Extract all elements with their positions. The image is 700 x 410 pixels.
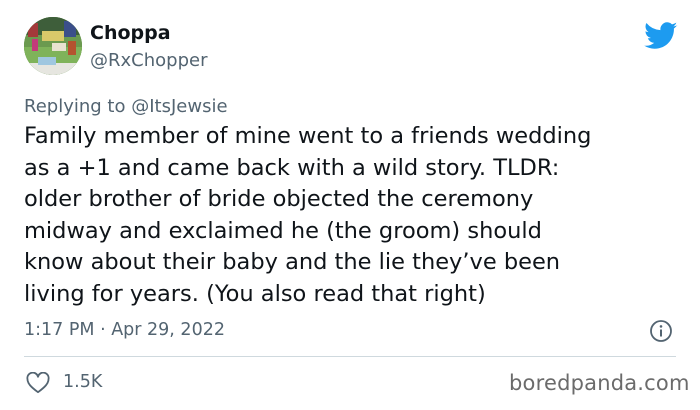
tweet-text-line: Family member of mine went to a friends … xyxy=(24,123,592,149)
tweet-text-line: living for years. (You also read that ri… xyxy=(24,280,486,307)
replying-to: Replying to @ItsJewsie xyxy=(24,96,228,117)
divider xyxy=(24,356,676,357)
watermark: boredpanda.com xyxy=(509,371,690,395)
tweet-text-line: know about their baby and the lie they’v… xyxy=(24,249,561,275)
twitter-bird-icon[interactable] xyxy=(644,22,678,50)
tweet-text: Family member of mine went to a friends … xyxy=(24,121,684,310)
tweet-text-line: older brother of bride objected the cere… xyxy=(24,186,534,212)
tweet-card: Choppa @RxChopper Replying to @ItsJewsie… xyxy=(0,0,700,410)
replying-prefix: Replying to xyxy=(24,96,126,117)
tweet-timestamp[interactable]: 1:17 PM · Apr 29, 2022 xyxy=(24,320,225,340)
author-avatar[interactable] xyxy=(24,17,82,75)
avatar-image xyxy=(24,17,82,75)
replying-to-mention[interactable]: @ItsJewsie xyxy=(131,96,227,117)
like-count[interactable]: 1.5K xyxy=(63,372,102,392)
heart-icon[interactable] xyxy=(26,372,50,394)
author-handle[interactable]: @RxChopper xyxy=(90,50,207,71)
info-icon[interactable] xyxy=(649,319,673,343)
tweet-text-line: midway and exclaimed he (the groom) shou… xyxy=(24,217,542,244)
author-display-name[interactable]: Choppa xyxy=(90,22,171,44)
tweet-text-line: as a +1 and came back with a wild story.… xyxy=(24,154,560,181)
